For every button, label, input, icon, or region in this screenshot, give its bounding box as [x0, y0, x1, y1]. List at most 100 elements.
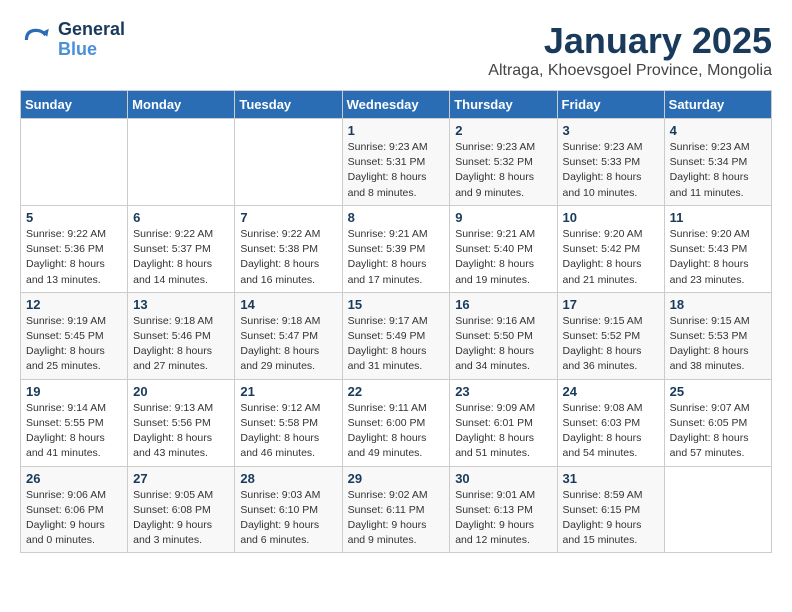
day-cell: 15 Sunrise: 9:17 AM Sunset: 5:49 PM Dayli…	[342, 292, 450, 379]
day-number: 30	[455, 471, 551, 486]
day-cell	[664, 466, 771, 553]
day-number: 11	[670, 210, 766, 225]
day-number: 13	[133, 297, 229, 312]
day-info: Sunrise: 9:23 AM Sunset: 5:34 PM Dayligh…	[670, 140, 766, 201]
day-cell: 2 Sunrise: 9:23 AM Sunset: 5:32 PM Daylig…	[450, 119, 557, 206]
day-cell: 24 Sunrise: 9:08 AM Sunset: 6:03 PM Dayli…	[557, 379, 664, 466]
day-info: Sunrise: 9:22 AM Sunset: 5:37 PM Dayligh…	[133, 227, 229, 288]
day-info: Sunrise: 9:17 AM Sunset: 5:49 PM Dayligh…	[348, 314, 445, 375]
day-cell: 8 Sunrise: 9:21 AM Sunset: 5:39 PM Daylig…	[342, 205, 450, 292]
day-info: Sunrise: 9:22 AM Sunset: 5:36 PM Dayligh…	[26, 227, 122, 288]
day-cell: 23Sunrise: 9:09 AM Sunset: 6:01 PM Dayli…	[450, 379, 557, 466]
month-title: January 2025	[488, 20, 772, 62]
day-info: Sunrise: 9:13 AM Sunset: 5:56 PM Dayligh…	[133, 401, 229, 462]
day-cell: 11 Sunrise: 9:20 AM Sunset: 5:43 PM Dayli…	[664, 205, 771, 292]
day-info: Sunrise: 9:05 AM Sunset: 6:08 PM Dayligh…	[133, 488, 229, 549]
day-cell: 5 Sunrise: 9:22 AM Sunset: 5:36 PM Daylig…	[21, 205, 128, 292]
day-number: 29	[348, 471, 445, 486]
day-cell	[128, 119, 235, 206]
calendar-table: SundayMondayTuesdayWednesdayThursdayFrid…	[20, 90, 772, 553]
day-number: 19	[26, 384, 122, 399]
day-info: Sunrise: 9:18 AM Sunset: 5:47 PM Dayligh…	[240, 314, 336, 375]
day-cell: 29 Sunrise: 9:02 AM Sunset: 6:11 PM Dayli…	[342, 466, 450, 553]
day-number: 2	[455, 123, 551, 138]
day-number: 4	[670, 123, 766, 138]
day-info: Sunrise: 9:12 AM Sunset: 5:58 PM Dayligh…	[240, 401, 336, 462]
day-number: 27	[133, 471, 229, 486]
day-cell: 22Sunrise: 9:11 AM Sunset: 6:00 PM Dayli…	[342, 379, 450, 466]
day-cell: 13 Sunrise: 9:18 AM Sunset: 5:46 PM Dayli…	[128, 292, 235, 379]
day-cell: 14 Sunrise: 9:18 AM Sunset: 5:47 PM Dayli…	[235, 292, 342, 379]
day-number: 1	[348, 123, 445, 138]
day-cell: 17 Sunrise: 9:15 AM Sunset: 5:52 PM Dayli…	[557, 292, 664, 379]
day-number: 6	[133, 210, 229, 225]
calendar-header: SundayMondayTuesdayWednesdayThursdayFrid…	[21, 91, 772, 119]
day-number: 20	[133, 384, 229, 399]
week-row-2: 12Sunrise: 9:19 AM Sunset: 5:45 PM Dayli…	[21, 292, 772, 379]
page-header: General Blue January 2025 Altraga, Khoev…	[20, 20, 772, 80]
day-number: 17	[563, 297, 659, 312]
day-info: Sunrise: 9:21 AM Sunset: 5:40 PM Dayligh…	[455, 227, 551, 288]
day-cell: 3 Sunrise: 9:23 AM Sunset: 5:33 PM Daylig…	[557, 119, 664, 206]
day-cell	[235, 119, 342, 206]
logo-icon	[20, 24, 52, 56]
day-cell: 19 Sunrise: 9:14 AM Sunset: 5:55 PM Dayli…	[21, 379, 128, 466]
day-cell: 7 Sunrise: 9:22 AM Sunset: 5:38 PM Daylig…	[235, 205, 342, 292]
day-cell: 27 Sunrise: 9:05 AM Sunset: 6:08 PM Dayli…	[128, 466, 235, 553]
header-saturday: Saturday	[664, 91, 771, 119]
day-number: 15	[348, 297, 445, 312]
day-cell: 30Sunrise: 9:01 AM Sunset: 6:13 PM Dayli…	[450, 466, 557, 553]
day-cell: 26 Sunrise: 9:06 AM Sunset: 6:06 PM Dayli…	[21, 466, 128, 553]
day-number: 18	[670, 297, 766, 312]
day-info: Sunrise: 9:06 AM Sunset: 6:06 PM Dayligh…	[26, 488, 122, 549]
day-cell: 25 Sunrise: 9:07 AM Sunset: 6:05 PM Dayli…	[664, 379, 771, 466]
calendar-body: 1 Sunrise: 9:23 AM Sunset: 5:31 PM Daylig…	[21, 119, 772, 553]
location-title: Altraga, Khoevsgoel Province, Mongolia	[488, 62, 772, 80]
day-info: Sunrise: 9:21 AM Sunset: 5:39 PM Dayligh…	[348, 227, 445, 288]
logo-line2: Blue	[58, 40, 125, 60]
day-cell: 28Sunrise: 9:03 AM Sunset: 6:10 PM Dayli…	[235, 466, 342, 553]
week-row-4: 26 Sunrise: 9:06 AM Sunset: 6:06 PM Dayli…	[21, 466, 772, 553]
day-info: Sunrise: 9:20 AM Sunset: 5:43 PM Dayligh…	[670, 227, 766, 288]
day-info: Sunrise: 9:14 AM Sunset: 5:55 PM Dayligh…	[26, 401, 122, 462]
day-number: 10	[563, 210, 659, 225]
day-number: 24	[563, 384, 659, 399]
day-cell: 9Sunrise: 9:21 AM Sunset: 5:40 PM Daylig…	[450, 205, 557, 292]
day-info: Sunrise: 9:07 AM Sunset: 6:05 PM Dayligh…	[670, 401, 766, 462]
header-row: SundayMondayTuesdayWednesdayThursdayFrid…	[21, 91, 772, 119]
day-info: Sunrise: 9:11 AM Sunset: 6:00 PM Dayligh…	[348, 401, 445, 462]
header-sunday: Sunday	[21, 91, 128, 119]
day-number: 5	[26, 210, 122, 225]
day-info: Sunrise: 9:23 AM Sunset: 5:33 PM Dayligh…	[563, 140, 659, 201]
day-cell: 1 Sunrise: 9:23 AM Sunset: 5:31 PM Daylig…	[342, 119, 450, 206]
day-cell: 10 Sunrise: 9:20 AM Sunset: 5:42 PM Dayli…	[557, 205, 664, 292]
day-cell: 31 Sunrise: 8:59 AM Sunset: 6:15 PM Dayli…	[557, 466, 664, 553]
day-info: Sunrise: 9:03 AM Sunset: 6:10 PM Dayligh…	[240, 488, 336, 549]
day-cell: 18Sunrise: 9:15 AM Sunset: 5:53 PM Dayli…	[664, 292, 771, 379]
day-number: 21	[240, 384, 336, 399]
day-number: 26	[26, 471, 122, 486]
day-info: Sunrise: 8:59 AM Sunset: 6:15 PM Dayligh…	[563, 488, 659, 549]
day-number: 8	[348, 210, 445, 225]
day-number: 25	[670, 384, 766, 399]
day-info: Sunrise: 9:09 AM Sunset: 6:01 PM Dayligh…	[455, 401, 551, 462]
header-monday: Monday	[128, 91, 235, 119]
day-number: 14	[240, 297, 336, 312]
day-info: Sunrise: 9:18 AM Sunset: 5:46 PM Dayligh…	[133, 314, 229, 375]
day-info: Sunrise: 9:22 AM Sunset: 5:38 PM Dayligh…	[240, 227, 336, 288]
day-info: Sunrise: 9:23 AM Sunset: 5:32 PM Dayligh…	[455, 140, 551, 201]
day-number: 3	[563, 123, 659, 138]
day-cell: 16Sunrise: 9:16 AM Sunset: 5:50 PM Dayli…	[450, 292, 557, 379]
day-info: Sunrise: 9:23 AM Sunset: 5:31 PM Dayligh…	[348, 140, 445, 201]
day-info: Sunrise: 9:20 AM Sunset: 5:42 PM Dayligh…	[563, 227, 659, 288]
day-number: 16	[455, 297, 551, 312]
day-cell	[21, 119, 128, 206]
day-info: Sunrise: 9:08 AM Sunset: 6:03 PM Dayligh…	[563, 401, 659, 462]
header-thursday: Thursday	[450, 91, 557, 119]
day-number: 7	[240, 210, 336, 225]
day-number: 31	[563, 471, 659, 486]
header-tuesday: Tuesday	[235, 91, 342, 119]
day-info: Sunrise: 9:02 AM Sunset: 6:11 PM Dayligh…	[348, 488, 445, 549]
day-info: Sunrise: 9:15 AM Sunset: 5:52 PM Dayligh…	[563, 314, 659, 375]
day-cell: 12Sunrise: 9:19 AM Sunset: 5:45 PM Dayli…	[21, 292, 128, 379]
